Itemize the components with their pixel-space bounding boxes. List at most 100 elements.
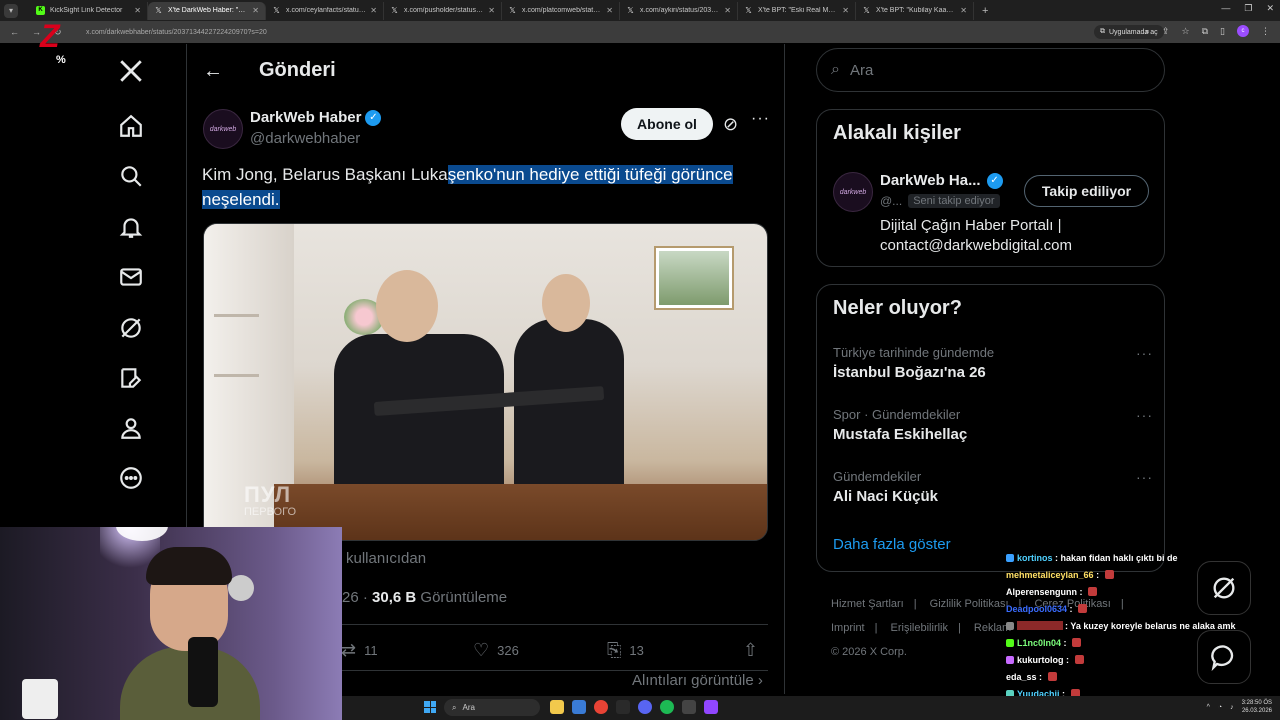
maximize-icon[interactable]: ❐ — [1244, 3, 1252, 14]
home-icon[interactable] — [118, 113, 144, 139]
close-tab-icon[interactable]: ✕ — [134, 6, 141, 15]
chat-username[interactable]: Deadpool0634 — [1006, 604, 1067, 614]
notifications-icon[interactable] — [118, 214, 144, 240]
related-avatar[interactable]: darkweb — [833, 172, 873, 212]
footer-imprint-link[interactable]: Imprint — [831, 622, 865, 634]
obs-icon[interactable] — [682, 700, 696, 714]
windows-start-icon[interactable] — [424, 701, 436, 713]
tweet-video[interactable]: ПУЛ ПЕРВОГО — [203, 223, 768, 541]
retweet-button[interactable]: ⇄ 11 — [341, 640, 378, 661]
grok-explain-icon[interactable]: ⊘ — [723, 114, 738, 135]
messages-icon[interactable] — [118, 264, 144, 290]
trend-more-icon[interactable]: ··· — [1136, 345, 1153, 361]
store-icon[interactable] — [616, 700, 630, 714]
search-icon[interactable] — [118, 163, 144, 189]
search-input[interactable]: ⌕ Ara — [816, 48, 1165, 92]
chat-username[interactable]: mehmetaliceylan_66 — [1006, 570, 1094, 580]
taskbar-search[interactable]: ⌕ Ara — [444, 699, 540, 716]
like-button[interactable]: ♡ 326 — [473, 640, 519, 661]
profile-avatar[interactable]: c — [1237, 25, 1249, 37]
view-quotes-link[interactable]: Alıntıları görüntüle › — [632, 672, 763, 689]
trend-more-icon[interactable]: ··· — [1136, 407, 1153, 423]
share-icon[interactable]: ⇪ — [1162, 26, 1170, 37]
browser-tab[interactable]: 𝕏 X'te BPT: "Eski Real Madrid bek✕ — [738, 1, 856, 20]
extensions-icon[interactable]: ⧉ — [1202, 26, 1208, 37]
close-tab-icon[interactable]: ✕ — [724, 6, 731, 15]
close-tab-icon[interactable]: ✕ — [370, 6, 377, 15]
trend-more-icon[interactable]: ··· — [1136, 469, 1153, 485]
tray-chevron-icon[interactable]: ^ — [1207, 704, 1210, 711]
browser-tab[interactable]: K KickSight Link Detector ✕ — [30, 1, 148, 20]
system-clock[interactable]: 3:28:50 ÖS 26.03.2026 — [1242, 699, 1272, 715]
trend-category: Türkiye tarihinde gündemde — [833, 345, 995, 360]
browser-tab[interactable]: 𝕏 X'te BPT: "Kubilay Kaan Kundak ✕ — [856, 1, 974, 20]
chat-separator: : — [1093, 570, 1102, 580]
more-options-icon[interactable] — [118, 465, 144, 491]
close-tab-icon[interactable]: ✕ — [606, 6, 613, 15]
browser-tab[interactable]: 𝕏x.com/ceylanfacts/status/20367 ✕ — [266, 1, 384, 20]
chat-emote-icon — [1047, 672, 1057, 681]
browser-tab[interactable]: 𝕏x.com/pusholder/status/203671 ✕ — [384, 1, 502, 20]
footer-terms-link[interactable]: Hizmet Şartları — [831, 598, 904, 610]
heart-icon: ♡ — [473, 640, 490, 660]
related-bio-line2[interactable]: contact@darkwebdigital.com — [880, 236, 1150, 256]
footer-privacy-link[interactable]: Gizlilik Politikası — [930, 598, 1009, 610]
tab-search-icon[interactable]: ▾ — [4, 3, 18, 18]
minimize-icon[interactable]: — — [1221, 3, 1230, 14]
chat-username[interactable]: kukurtolog — [1017, 655, 1064, 665]
trend-item[interactable]: Spor · Gündemdekiler Mustafa Eskihellaç … — [833, 407, 1153, 443]
close-tab-icon[interactable]: ✕ — [960, 6, 967, 15]
author-name-row[interactable]: DarkWeb Haber ✓ — [250, 109, 382, 126]
tweet-more-icon[interactable]: ··· — [751, 110, 770, 128]
volume-icon[interactable]: ♪ — [1230, 704, 1234, 711]
grok-icon[interactable] — [118, 315, 144, 341]
chat-username[interactable]: eda_ss — [1006, 672, 1037, 682]
spotify-icon[interactable] — [660, 700, 674, 714]
x-icon: 𝕏 — [745, 6, 752, 15]
sidebar-icon[interactable]: ▯ — [1220, 26, 1225, 37]
chrome-icon[interactable] — [594, 700, 608, 714]
close-tab-icon[interactable]: ✕ — [488, 6, 495, 15]
author-avatar[interactable]: darkweb — [203, 109, 243, 149]
show-more-link[interactable]: Daha fazla göster — [833, 536, 951, 553]
close-tab-icon[interactable]: ✕ — [252, 6, 259, 15]
browser-tab[interactable]: 𝕏x.com/aykiri/status/20367141 ✕ — [620, 1, 738, 20]
file-explorer-icon[interactable] — [550, 700, 564, 714]
trend-item[interactable]: Gündemdekiler Ali Naci Küçük ··· — [833, 469, 1153, 505]
x-logo-icon[interactable] — [118, 58, 144, 84]
url-field[interactable]: x.com/darkwebhaber/status/20371344227224… — [86, 29, 846, 36]
footer-accessibility-link[interactable]: Erişilebilirlik — [891, 622, 948, 634]
share-icon: ⇧ — [743, 640, 759, 660]
close-window-icon[interactable]: ✕ — [1266, 3, 1274, 14]
related-name-row[interactable]: DarkWeb Ha... ✓ — [880, 172, 1003, 189]
chat-username[interactable]: L1nc0ln04 — [1017, 638, 1061, 648]
follows-you-badge: Seni takip ediyor — [908, 194, 1000, 208]
trend-item[interactable]: Türkiye tarihinde gündemde İstanbul Boğa… — [833, 345, 1153, 381]
premium-icon[interactable] — [118, 365, 144, 391]
bookmark-button[interactable]: ⎘ 13 — [607, 640, 644, 661]
chat-username[interactable]: kortinos — [1017, 553, 1053, 563]
share-button[interactable]: ⇧ — [743, 640, 758, 661]
app-icon[interactable] — [704, 700, 718, 714]
browser-tab[interactable]: 𝕏 X'te DarkWeb Haber: "Kim ✕ — [148, 1, 266, 20]
author-handle[interactable]: @darkwebhaber — [250, 130, 360, 147]
back-nav-icon[interactable]: ← — [10, 27, 22, 37]
wifi-icon[interactable]: ◔ — [1218, 704, 1222, 711]
new-tab-button[interactable]: + — [982, 5, 988, 17]
following-button[interactable]: Takip ediliyor — [1024, 175, 1149, 207]
browser-tab[interactable]: 𝕏x.com/platcomweb/status/2036✕ — [502, 1, 620, 20]
bookmark-star-icon[interactable]: ☆ — [1182, 26, 1190, 37]
chat-username[interactable]: Alperensengunn — [1006, 587, 1077, 597]
menu-icon[interactable]: ⋮ — [1261, 26, 1270, 37]
chat-message: mehmetaliceylan_66 : — [1006, 567, 1276, 584]
back-arrow-icon[interactable]: ← — [203, 60, 223, 83]
stream-logo: Z % — [40, 18, 110, 68]
zoom-icon[interactable]: ⌕ — [1145, 26, 1150, 37]
edge-icon[interactable] — [572, 700, 586, 714]
app-icon: ⧉ — [1100, 28, 1105, 35]
close-tab-icon[interactable]: ✕ — [842, 6, 849, 15]
chat-message: L1nc0ln04 : — [1006, 635, 1276, 652]
subscribe-button[interactable]: Abone ol — [621, 108, 713, 140]
profile-icon[interactable] — [118, 415, 144, 441]
discord-icon[interactable] — [638, 700, 652, 714]
